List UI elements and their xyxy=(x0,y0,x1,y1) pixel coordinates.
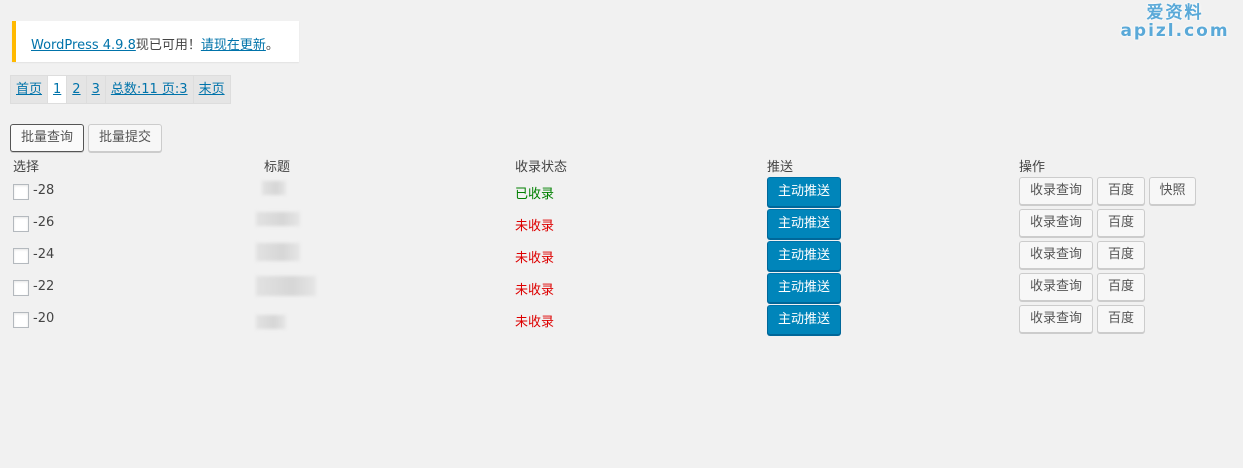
watermark-bottom: apizl.com xyxy=(1120,21,1230,41)
query-index-button[interactable]: 收录查询 xyxy=(1019,273,1093,301)
row-status: 未收录 xyxy=(515,219,555,234)
wordpress-version-link[interactable]: WordPress 4.9.8 xyxy=(31,38,136,53)
notice-text: 现已可用！ xyxy=(135,38,201,53)
row-id: -28 xyxy=(33,183,55,198)
header-push: 推送 xyxy=(767,160,794,175)
row-title-blurred xyxy=(262,181,286,195)
row-title-blurred xyxy=(256,212,300,226)
watermark-top: 爱资料 xyxy=(1146,3,1204,23)
notice-suffix: 。 xyxy=(265,38,279,53)
row-id: -26 xyxy=(33,215,55,230)
row-status: 未收录 xyxy=(515,283,555,298)
row-checkbox[interactable] xyxy=(13,184,29,200)
row-checkbox[interactable] xyxy=(13,216,29,232)
push-button[interactable]: 主动推送 xyxy=(767,241,841,271)
row-checkbox[interactable] xyxy=(13,312,29,328)
pager-page-1[interactable]: 1 xyxy=(47,75,68,104)
header-action: 操作 xyxy=(1019,160,1046,175)
push-button[interactable]: 主动推送 xyxy=(767,177,841,207)
baidu-button[interactable]: 百度 xyxy=(1097,305,1145,333)
row-checkbox[interactable] xyxy=(13,248,29,264)
watermark-logo: 爱资料 apizl.com xyxy=(1120,4,1230,40)
row-title-blurred xyxy=(256,243,300,261)
batch-query-button[interactable]: 批量查询 xyxy=(10,124,84,152)
header-status: 收录状态 xyxy=(515,160,568,175)
row-checkbox[interactable] xyxy=(13,280,29,296)
pager-first[interactable]: 首页 xyxy=(10,75,49,104)
baidu-button[interactable]: 百度 xyxy=(1097,273,1145,301)
push-button[interactable]: 主动推送 xyxy=(767,273,841,303)
row-status: 已收录 xyxy=(515,187,555,202)
update-now-link[interactable]: 请现在更新 xyxy=(201,38,266,53)
query-index-button[interactable]: 收录查询 xyxy=(1019,305,1093,333)
push-button[interactable]: 主动推送 xyxy=(767,305,841,335)
baidu-button[interactable]: 百度 xyxy=(1097,241,1145,269)
batch-submit-button[interactable]: 批量提交 xyxy=(88,124,162,152)
pager-last[interactable]: 末页 xyxy=(192,75,231,104)
row-status: 未收录 xyxy=(515,251,555,266)
header-select: 选择 xyxy=(13,160,40,175)
row-status: 未收录 xyxy=(515,315,555,330)
baidu-button[interactable]: 百度 xyxy=(1097,177,1145,205)
pagination: 首页 1 2 3 总数:11 页:3 末页 xyxy=(10,75,231,104)
header-title: 标题 xyxy=(264,160,291,175)
pager-page-3[interactable]: 3 xyxy=(85,75,106,104)
row-id: -22 xyxy=(33,279,55,294)
update-notice: WordPress 4.9.8现已可用！请现在更新。 xyxy=(12,21,299,62)
row-title-blurred xyxy=(256,276,316,296)
pager-page-2[interactable]: 2 xyxy=(66,75,87,104)
query-index-button[interactable]: 收录查询 xyxy=(1019,177,1093,205)
query-index-button[interactable]: 收录查询 xyxy=(1019,241,1093,269)
pager-summary[interactable]: 总数:11 页:3 xyxy=(104,75,194,104)
row-title-blurred xyxy=(256,315,286,329)
snapshot-button[interactable]: 快照 xyxy=(1149,177,1196,205)
row-id: -24 xyxy=(33,247,55,262)
query-index-button[interactable]: 收录查询 xyxy=(1019,209,1093,237)
push-button[interactable]: 主动推送 xyxy=(767,209,841,239)
baidu-button[interactable]: 百度 xyxy=(1097,209,1145,237)
row-id: -20 xyxy=(33,311,55,326)
